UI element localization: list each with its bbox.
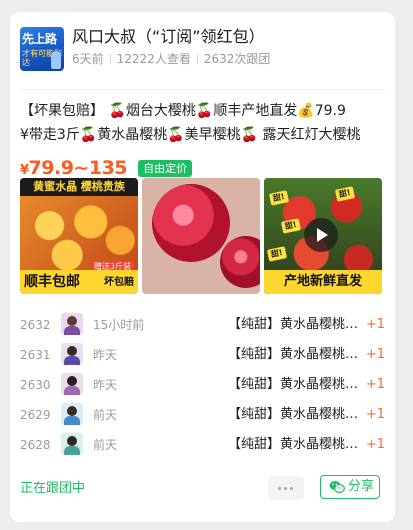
avatar-head — [67, 406, 77, 416]
avatar[interactable] — [61, 403, 83, 425]
image-footer-subtext: 坏包赔 — [104, 277, 134, 288]
order-time: 昨天 — [93, 378, 118, 392]
share-label: 分享 — [348, 479, 375, 494]
order-item: 【纯甜】黄水晶樱桃3斤装 — [228, 407, 363, 422]
order-quantity: +1 — [365, 347, 385, 362]
order-number: 2631 — [20, 348, 51, 362]
logo-text-main: 先上路 — [22, 32, 57, 46]
avatar-head — [67, 376, 77, 386]
group-buy-card[interactable]: 先上路 才有可能到达 风口大叔（“订阅”领红包） 6天前 12222人查看 2632… — [10, 12, 395, 522]
avatar-body — [64, 356, 80, 365]
order-number: 2632 — [20, 318, 51, 332]
avatar-body — [64, 446, 80, 455]
description-line-1: 【坏果包赔】 🍒烟台大樱桃🍒顺丰产地直发💰79.9 — [20, 103, 346, 119]
order-time: 前天 — [93, 408, 118, 422]
post-header: 先上路 才有可能到达 风口大叔（“订阅”领红包） 6天前 12222人查看 2632… — [20, 25, 390, 75]
product-image-2[interactable] — [142, 178, 260, 294]
order-row[interactable]: 2630 昨天 【纯甜】黄水晶樱桃3斤装+1 — [20, 370, 385, 400]
order-number: 2630 — [20, 378, 51, 392]
image-footer-text: 顺丰包邮 — [24, 274, 80, 290]
order-item: 【纯甜】黄水晶樱桃3斤装 — [228, 437, 363, 452]
logo-figure-icon — [51, 51, 61, 69]
price-range: ¥79.9~135 — [20, 157, 128, 179]
avatar-body — [64, 326, 80, 335]
view-count: 12222人查看 — [116, 52, 191, 66]
order-item: 【纯甜】黄水晶樱桃3斤装 — [228, 377, 363, 392]
cherries-photo — [20, 196, 138, 270]
header-divider — [20, 89, 385, 90]
order-row[interactable]: 2632 15小时前 【纯甜】黄水晶樱桃3斤装+1 — [20, 310, 385, 340]
avatar[interactable] — [61, 433, 83, 455]
description-line-2: ¥带走3斤🍒黄水晶樱桃🍒美早樱桃🍒 露天红灯大樱桃 — [20, 127, 361, 143]
join-count: 2632次跟团 — [203, 52, 271, 66]
order-item: 【纯甜】黄水晶樱桃3斤装 — [228, 347, 363, 362]
order-quantity: +1 — [365, 437, 385, 452]
order-quantity: +1 — [365, 377, 385, 392]
order-time: 15小时前 — [93, 318, 145, 332]
avatar-body — [64, 416, 80, 425]
cherry-closeup-photo — [152, 184, 230, 262]
more-dot-icon — [284, 487, 287, 490]
shop-title[interactable]: 风口大叔（“订阅”领红包） — [72, 27, 265, 47]
order-list: 263215小时前【纯甜】黄水晶樱桃3斤装+12631昨天【纯甜】黄水晶樱桃3斤… — [20, 310, 385, 460]
share-button[interactable]: 分享 — [320, 475, 380, 499]
post-description[interactable]: 【坏果包赔】 🍒烟台大樱桃🍒顺丰产地直发💰79.9 ¥带走3斤🍒黄水晶樱桃🍒美早… — [20, 99, 385, 147]
shop-logo[interactable]: 先上路 才有可能到达 — [20, 27, 64, 71]
meta-divider — [109, 54, 111, 64]
product-video-thumbnail[interactable]: 甜! 甜! 甜! 甜! 产地新鲜直发 — [264, 178, 382, 294]
avatar[interactable] — [61, 373, 83, 395]
meta-divider — [196, 54, 198, 64]
product-image-1[interactable]: 黄蜜水晶 樱桃贵族 赠送3斤装 顺丰包邮 坏包赔 — [20, 178, 138, 294]
more-dot-icon — [290, 487, 293, 490]
product-images: 黄蜜水晶 樱桃贵族 赠送3斤装 顺丰包邮 坏包赔 甜! 甜! 甜! 甜! 产地新… — [20, 178, 382, 296]
wechat-icon — [329, 481, 345, 494]
price-value: 79.9~135 — [28, 157, 128, 179]
more-button[interactable] — [268, 476, 304, 500]
order-time: 前天 — [93, 438, 118, 452]
order-item: 【纯甜】黄水晶樱桃3斤装 — [228, 317, 363, 332]
play-icon[interactable] — [304, 218, 338, 252]
post-time: 6天前 — [72, 52, 104, 66]
more-dot-icon — [278, 487, 281, 490]
post-meta: 6天前 12222人查看 2632次跟团 — [72, 51, 270, 67]
avatar-head — [67, 346, 77, 356]
following-status[interactable]: 正在跟团中 — [20, 479, 85, 499]
avatar-body — [64, 386, 80, 395]
order-quantity: +1 — [365, 317, 385, 332]
avatar-head — [67, 316, 77, 326]
order-row[interactable]: 2629 前天 【纯甜】黄水晶樱桃3斤装+1 — [20, 400, 385, 430]
order-row[interactable]: 2631 昨天 【纯甜】黄水晶樱桃3斤装+1 — [20, 340, 385, 370]
avatar-head — [67, 436, 77, 446]
image-footer-text: 产地新鲜直发 — [264, 270, 382, 294]
order-row[interactable]: 2628 前天 【纯甜】黄水晶樱桃3斤装+1 — [20, 430, 385, 460]
currency-symbol: ¥ — [20, 163, 29, 178]
avatar[interactable] — [61, 313, 83, 335]
pricing-tag: 自由定价 — [138, 159, 193, 177]
image-footer: 顺丰包邮 坏包赔 — [20, 270, 138, 294]
cherry-photo — [220, 236, 260, 288]
order-time: 昨天 — [93, 348, 118, 362]
order-number: 2628 — [20, 438, 51, 452]
avatar[interactable] — [61, 343, 83, 365]
order-number: 2629 — [20, 408, 51, 422]
image-banner-text: 黄蜜水晶 樱桃贵族 — [20, 178, 138, 196]
order-quantity: +1 — [365, 407, 385, 422]
